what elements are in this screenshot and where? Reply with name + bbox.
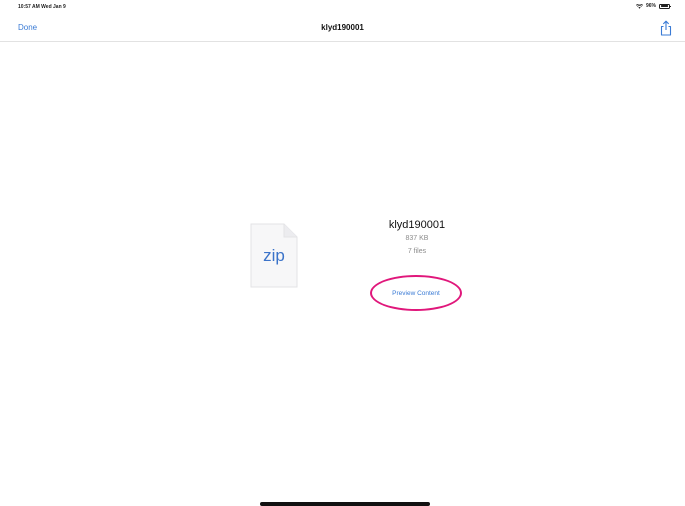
preview-content-button[interactable]: Preview Content xyxy=(370,275,462,311)
zip-type-label: zip xyxy=(263,246,285,265)
battery-icon xyxy=(659,3,671,9)
share-icon xyxy=(660,20,672,36)
battery-level xyxy=(660,5,669,7)
status-indicators: 96% xyxy=(635,3,671,9)
share-button[interactable] xyxy=(659,20,673,36)
page-title: klyd190001 xyxy=(321,23,364,32)
home-indicator[interactable] xyxy=(260,502,430,506)
status-bar: 10:57 AM Wed Jan 9 96% xyxy=(0,0,685,14)
file-name: klyd190001 xyxy=(388,219,446,231)
file-size: 837 KB xyxy=(405,235,429,242)
status-time-date: 10:57 AM Wed Jan 9 xyxy=(18,4,66,10)
battery-percent: 96% xyxy=(645,3,656,9)
file-info: klyd190001 837 KB 7 files xyxy=(352,218,482,258)
wifi-icon xyxy=(635,3,643,9)
file-count: 7 files xyxy=(407,248,427,255)
preview-content-label: Preview Content xyxy=(392,289,440,297)
navigation-bar: Done klyd190001 xyxy=(0,14,685,42)
